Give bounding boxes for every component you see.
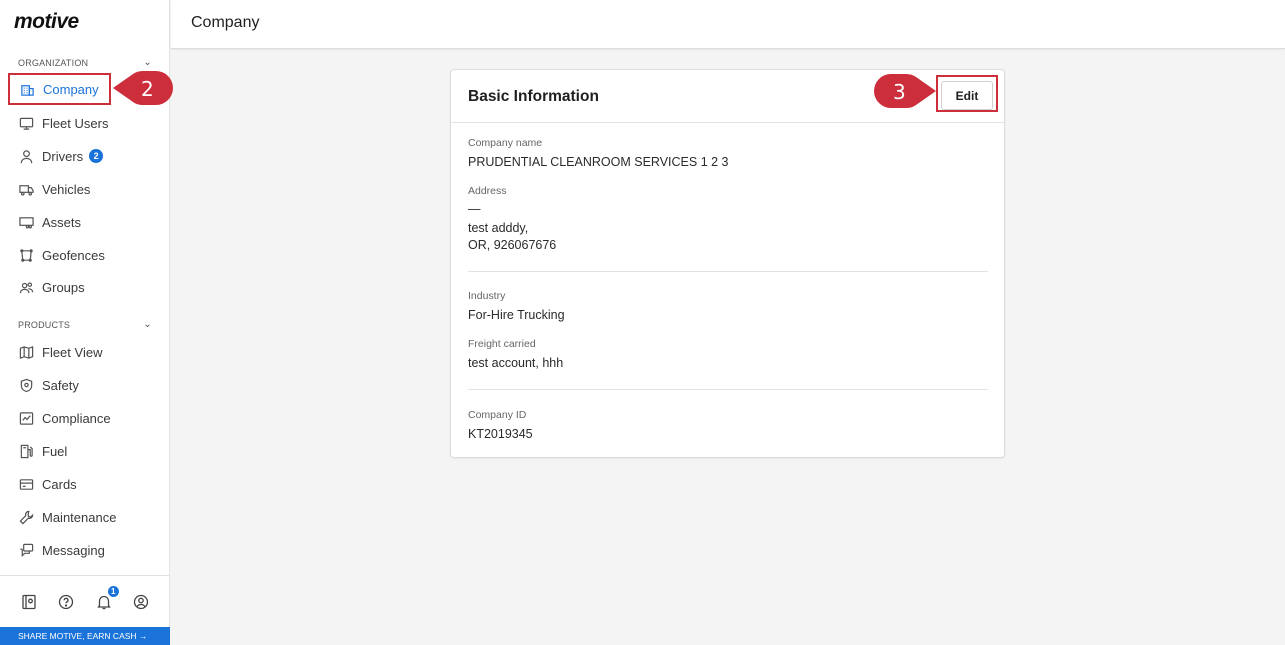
help-icon[interactable]	[57, 593, 75, 611]
organization-section-label: ORGANIZATION	[18, 57, 89, 68]
products-section-toggle[interactable]: PRODUCTS ⌄	[18, 319, 152, 330]
basic-information-card: Basic Information Edit Company name PRUD…	[450, 69, 1005, 458]
message-icon	[18, 542, 34, 558]
chevron-down-icon: ⌄	[143, 319, 152, 330]
edit-button[interactable]: Edit	[941, 81, 993, 110]
sidebar-footer: 1	[0, 575, 170, 627]
step-3-number: 3	[893, 80, 906, 104]
sidebar-item-label: Drivers	[42, 148, 84, 164]
sidebar-item-label: Maintenance	[42, 509, 117, 525]
sidebar-item-label: Fleet View	[42, 344, 103, 360]
step-2-callout: 2	[113, 71, 173, 105]
notifications-count-badge: 1	[106, 584, 120, 598]
company-name-value: PRUDENTIAL CLEANROOM SERVICES 1 2 3	[468, 155, 729, 169]
shield-icon	[18, 377, 34, 393]
company-id-label: Company ID	[468, 409, 527, 421]
notifications-bell-icon[interactable]: 1	[95, 584, 120, 611]
geofence-icon	[18, 247, 34, 263]
sidebar-item-compliance[interactable]: Compliance	[8, 403, 162, 433]
compliance-icon	[18, 410, 34, 426]
sidebar-item-label: Vehicles	[42, 181, 91, 197]
building-icon	[19, 81, 35, 97]
sidebar-item-label: Cards	[42, 476, 77, 492]
sidebar-item-cards[interactable]: Cards	[8, 469, 162, 499]
sidebar-item-assets[interactable]: Assets	[8, 207, 162, 237]
sidebar-item-label: Geofences	[42, 247, 105, 263]
monitor-icon	[18, 115, 34, 131]
sidebar-item-label: Company	[43, 81, 99, 97]
chevron-down-icon: ⌄	[143, 57, 152, 68]
industry-value: For-Hire Trucking	[468, 308, 565, 322]
sidebar-item-fuel[interactable]: Fuel	[8, 436, 162, 466]
map-icon	[18, 344, 34, 360]
drivers-count-badge: 2	[89, 149, 104, 163]
wrench-icon	[18, 509, 34, 525]
address-label: Address	[468, 185, 507, 197]
address-line-2: test adddy,	[468, 221, 529, 235]
sidebar-item-geofences[interactable]: Geofences	[8, 240, 162, 270]
freight-carried-label: Freight carried	[468, 338, 536, 350]
section-divider	[468, 271, 988, 272]
sidebar-item-drivers[interactable]: Drivers 2	[8, 141, 162, 171]
organization-section-toggle[interactable]: ORGANIZATION ⌄	[18, 57, 152, 68]
share-motive-banner[interactable]: SHARE MOTIVE, EARN CASH →	[0, 627, 170, 645]
sidebar-item-safety[interactable]: Safety	[8, 370, 162, 400]
card-title: Basic Information	[468, 88, 599, 105]
sidebar-item-fleet-view[interactable]: Fleet View	[8, 337, 162, 367]
sidebar-item-label: Groups	[42, 279, 85, 295]
resource-center-icon[interactable]	[20, 593, 38, 611]
card-icon	[18, 476, 34, 492]
freight-carried-value: test account, hhh	[468, 356, 564, 370]
sidebar-item-groups[interactable]: Groups	[8, 272, 162, 302]
sidebar-item-maintenance[interactable]: Maintenance	[8, 502, 162, 532]
sidebar-item-fleet-users[interactable]: Fleet Users	[8, 108, 162, 138]
sidebar-item-messaging[interactable]: Messaging	[8, 535, 162, 565]
group-icon	[18, 279, 34, 295]
sidebar-item-label: Safety	[42, 377, 79, 393]
person-icon	[18, 148, 34, 164]
account-avatar-icon[interactable]	[132, 593, 150, 611]
step-2-number: 2	[141, 77, 154, 101]
address-line-3: OR, 926067676	[468, 238, 557, 252]
products-section-label: PRODUCTS	[18, 319, 71, 330]
sidebar-item-label: Compliance	[42, 410, 111, 426]
industry-label: Industry	[468, 290, 506, 302]
page-title: Company	[191, 14, 260, 31]
company-id-value: KT2019345	[468, 427, 533, 441]
step-3-callout: 3	[874, 74, 936, 108]
sidebar-item-company[interactable]: Company	[8, 73, 111, 105]
sidebar-item-label: Fuel	[42, 443, 68, 459]
truck-icon	[18, 181, 34, 197]
sidebar-item-label: Messaging	[42, 542, 105, 558]
fuel-icon	[18, 443, 34, 459]
motive-logo[interactable]: motive	[14, 10, 79, 34]
trailer-icon	[18, 214, 34, 230]
sidebar-item-label: Fleet Users	[42, 115, 109, 131]
sidebar-item-label: Assets	[42, 214, 82, 230]
address-line-1: —	[468, 202, 481, 216]
sidebar-item-vehicles[interactable]: Vehicles	[8, 174, 162, 204]
top-header: Company	[171, 0, 1285, 49]
company-name-label: Company name	[468, 137, 543, 149]
section-divider	[468, 389, 988, 390]
